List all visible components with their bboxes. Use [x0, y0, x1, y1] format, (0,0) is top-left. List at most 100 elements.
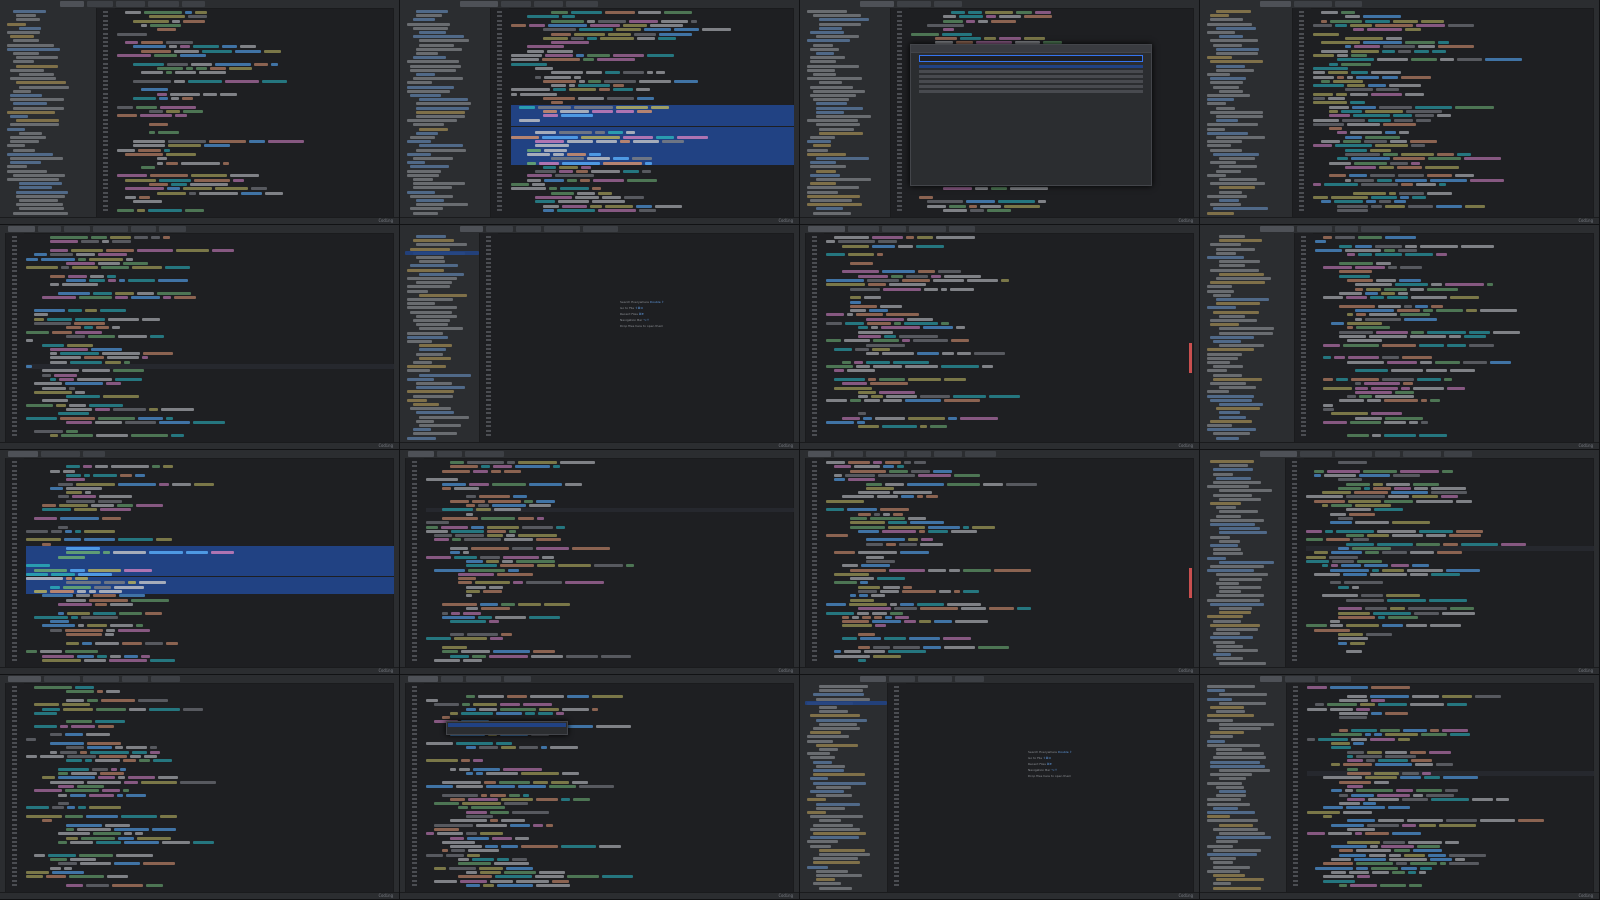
- project-tree-item[interactable]: [410, 194, 453, 198]
- project-tree-item[interactable]: [816, 794, 852, 798]
- project-tree-item[interactable]: [1213, 43, 1242, 47]
- project-tree-item[interactable]: [1219, 607, 1252, 610]
- project-tree-item[interactable]: [810, 60, 836, 64]
- project-tree-item[interactable]: [816, 178, 871, 181]
- editor-tab[interactable]: [83, 676, 119, 682]
- status-encoding[interactable]: Coding: [779, 893, 793, 899]
- project-tree-item[interactable]: [1207, 685, 1255, 688]
- code-editor[interactable]: [1315, 233, 1594, 443]
- project-tree-item[interactable]: [1219, 777, 1246, 781]
- project-tree-item[interactable]: [813, 832, 866, 835]
- project-tree-item[interactable]: [1213, 493, 1252, 497]
- project-tree-item[interactable]: [1213, 310, 1259, 314]
- editor-tab[interactable]: [1260, 1, 1291, 7]
- project-tree-item[interactable]: [413, 56, 446, 60]
- project-tree-item[interactable]: [16, 190, 68, 194]
- project-tree-item[interactable]: [813, 98, 849, 102]
- project-tree-item[interactable]: [1216, 794, 1246, 798]
- project-tree-item[interactable]: [407, 169, 441, 173]
- project-tree-item[interactable]: [1216, 710, 1245, 714]
- project-tree-item[interactable]: [1210, 319, 1257, 322]
- project-tree-item[interactable]: [1207, 73, 1230, 76]
- project-tree-item[interactable]: [1219, 539, 1240, 543]
- project-tree-item[interactable]: [416, 323, 448, 327]
- project-tree-item[interactable]: [813, 14, 861, 18]
- project-tree-item[interactable]: [807, 752, 830, 756]
- project-tree-item[interactable]: [407, 161, 425, 165]
- project-tree-item[interactable]: [407, 60, 459, 64]
- project-tree-item[interactable]: [1210, 565, 1264, 568]
- project-tree-item[interactable]: [1213, 340, 1241, 343]
- project-tree-item[interactable]: [416, 314, 457, 318]
- project-tree-item[interactable]: [807, 190, 838, 194]
- project-tree-item[interactable]: [419, 39, 469, 43]
- project-tree-item[interactable]: [819, 748, 838, 751]
- project-tree-item[interactable]: [813, 73, 836, 76]
- project-tree-item[interactable]: [1216, 836, 1271, 840]
- project-tree-item[interactable]: [10, 94, 42, 97]
- project-tree-item[interactable]: [407, 377, 434, 381]
- project-tree-item[interactable]: [807, 119, 858, 123]
- status-encoding[interactable]: Coding: [1179, 668, 1193, 674]
- project-tree-item[interactable]: [1210, 382, 1246, 385]
- project-tree-item[interactable]: [19, 182, 62, 186]
- project-tree-item[interactable]: [810, 827, 860, 831]
- project-tree-item[interactable]: [807, 798, 826, 802]
- project-tree-item[interactable]: [1210, 419, 1252, 423]
- project-tree-item[interactable]: [1213, 632, 1240, 636]
- project-tree-item[interactable]: [1207, 598, 1260, 602]
- editor-tab[interactable]: [1260, 676, 1282, 682]
- project-tree-item[interactable]: [416, 235, 446, 238]
- project-tree-item[interactable]: [1213, 548, 1241, 552]
- project-tree-item[interactable]: [810, 161, 836, 165]
- project-tree-item[interactable]: [1213, 85, 1239, 89]
- project-tree-item[interactable]: [1207, 869, 1240, 873]
- project-tree-item[interactable]: [1216, 581, 1239, 585]
- project-tree-item[interactable]: [1213, 552, 1243, 556]
- editor-tab[interactable]: [918, 676, 952, 682]
- project-tree-item[interactable]: [810, 31, 844, 34]
- project-tree-item[interactable]: [416, 352, 443, 356]
- status-encoding[interactable]: Coding: [379, 218, 393, 224]
- project-tree-item[interactable]: [813, 823, 853, 827]
- project-tree-item[interactable]: [410, 264, 458, 268]
- editor-tab[interactable]: [808, 451, 831, 457]
- editor-tab[interactable]: [860, 1, 894, 7]
- project-tree-item[interactable]: [1213, 865, 1250, 869]
- project-tree-item[interactable]: [13, 173, 65, 177]
- status-encoding[interactable]: Coding: [779, 668, 793, 674]
- project-tree-item[interactable]: [407, 140, 431, 144]
- project-tree-item[interactable]: [816, 764, 845, 768]
- project-tree-item[interactable]: [1219, 89, 1243, 93]
- code-editor[interactable]: [117, 8, 394, 218]
- editor-tab[interactable]: [466, 676, 501, 682]
- project-tree-item[interactable]: [407, 369, 430, 373]
- project-tree-item[interactable]: [1207, 144, 1231, 148]
- project-tree-item[interactable]: [407, 306, 457, 310]
- project-tree-item[interactable]: [813, 773, 865, 777]
- project-tree-item[interactable]: [810, 182, 836, 186]
- project-tree-item[interactable]: [813, 43, 833, 47]
- project-tree-item[interactable]: [1207, 424, 1232, 427]
- project-tree-item[interactable]: [416, 10, 448, 13]
- project-tree-item[interactable]: [810, 85, 853, 89]
- editor-tab[interactable]: [808, 226, 845, 232]
- project-tree-item[interactable]: [807, 203, 862, 207]
- editor-tab[interactable]: [889, 676, 915, 682]
- project-tree-item[interactable]: [807, 68, 835, 72]
- project-tree-item[interactable]: [1207, 31, 1235, 34]
- project-tree-item[interactable]: [810, 836, 859, 840]
- editor-tab[interactable]: [1403, 451, 1441, 457]
- project-tree-item[interactable]: [1210, 523, 1255, 526]
- project-tree-item[interactable]: [816, 115, 871, 118]
- project-tree-item[interactable]: [813, 144, 831, 148]
- project-tree-item[interactable]: [1219, 531, 1267, 535]
- project-tree-item[interactable]: [1219, 586, 1261, 589]
- project-tree-item[interactable]: [1213, 619, 1241, 623]
- code-editor[interactable]: [1307, 683, 1594, 893]
- project-tree-item[interactable]: [1213, 152, 1259, 156]
- project-tree-item[interactable]: [810, 47, 839, 51]
- project-tree-item[interactable]: [416, 411, 454, 415]
- project-tree-item[interactable]: [19, 131, 42, 135]
- project-tree-item[interactable]: [1219, 344, 1264, 348]
